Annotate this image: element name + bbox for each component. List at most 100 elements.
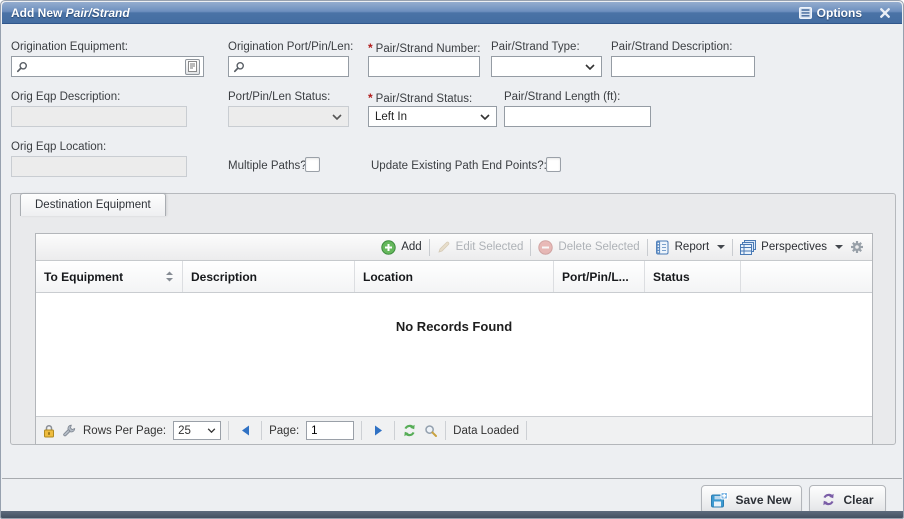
no-records-message: No Records Found (36, 319, 872, 334)
pager-separator (526, 421, 527, 440)
pager-separator (445, 421, 446, 440)
origination-port-input[interactable] (248, 57, 345, 76)
tab-destination-equipment[interactable]: Destination Equipment (20, 193, 166, 216)
close-icon (880, 8, 890, 18)
column-header-label: Status (653, 270, 690, 284)
pair-strand-description-label: Pair/Strand Description: (611, 41, 732, 53)
page-number-input[interactable] (306, 421, 354, 440)
options-label: Options (817, 6, 862, 20)
column-header-description[interactable]: Description (183, 261, 355, 292)
edit-selected-button[interactable]: Edit Selected (437, 240, 524, 254)
column-header-label: Port/Pin/L... (562, 270, 629, 284)
perspectives-button[interactable]: Perspectives (740, 240, 843, 255)
toolbar-separator (647, 239, 648, 256)
origination-equipment-input[interactable] (31, 57, 182, 76)
rows-per-page-value: 25 (178, 425, 191, 437)
orig-eqp-location-label: Orig Eqp Location: (11, 141, 106, 153)
edit-pencil-icon (437, 240, 451, 254)
save-new-button[interactable]: Save New (701, 485, 802, 514)
pair-strand-description-input[interactable] (611, 56, 755, 77)
update-existing-endpoints-label: Update Existing Path End Points?: (371, 160, 547, 172)
pair-strand-status-value: Left In (375, 111, 407, 123)
add-button[interactable]: Add (381, 240, 421, 255)
orig-eqp-description-label: Orig Eqp Description: (11, 91, 120, 103)
column-header-label: Description (191, 270, 257, 284)
pair-strand-length-input[interactable] (504, 106, 651, 127)
title-emphasis-text: Pair/Strand (66, 6, 130, 20)
lock-button[interactable] (43, 424, 55, 438)
edit-selected-label: Edit Selected (456, 241, 524, 253)
pair-strand-number-input[interactable] (368, 56, 480, 77)
grid-header-row: To Equipment Description Location Port/P… (36, 261, 872, 293)
pair-strand-length-label: Pair/Strand Length (ft): (504, 91, 620, 103)
record-picker-icon (188, 61, 197, 72)
destination-equipment-grid: Add Edit Selected Delete Selected Report (35, 233, 873, 445)
report-notebook-icon (655, 240, 670, 255)
refresh-icon (402, 423, 417, 438)
chevron-down-icon (585, 64, 595, 70)
origination-equipment-field[interactable] (11, 56, 204, 77)
column-header-label: Location (363, 270, 413, 284)
rows-per-page-label: Rows Per Page: (83, 425, 166, 437)
update-existing-endpoints-checkbox[interactable] (546, 157, 561, 172)
chevron-down-icon (207, 428, 216, 433)
clear-button[interactable]: Clear (809, 485, 886, 514)
required-marker: * (368, 91, 373, 105)
report-label: Report (675, 241, 710, 253)
close-button[interactable] (880, 8, 890, 18)
refresh-button[interactable] (402, 423, 417, 438)
column-header-port-pin-len[interactable]: Port/Pin/L... (554, 261, 645, 292)
grid-toolbar: Add Edit Selected Delete Selected Report (36, 234, 872, 261)
origination-equipment-label: Origination Equipment: (11, 41, 128, 53)
delete-minus-icon (538, 240, 553, 255)
pager-separator (394, 421, 395, 440)
pager-separator (228, 421, 229, 440)
sort-icon (165, 271, 174, 282)
origination-equipment-picker-button[interactable] (185, 59, 200, 75)
multiple-paths-label: Multiple Paths?: (228, 160, 310, 172)
chevron-down-icon (480, 114, 490, 120)
grid-body: No Records Found (36, 293, 872, 416)
pair-strand-status-label: *Pair/Strand Status: (368, 91, 472, 105)
grid-settings-button[interactable] (850, 240, 864, 254)
add-plus-icon (381, 240, 396, 255)
arrow-left-icon (241, 425, 250, 436)
orig-eqp-description-input (11, 106, 187, 127)
destination-equipment-panel: Destination Equipment Add Edit Selected … (10, 193, 896, 445)
required-marker: * (368, 41, 373, 55)
wrench-icon (62, 424, 76, 438)
column-header-empty (741, 261, 872, 292)
pair-strand-type-select[interactable] (491, 56, 602, 77)
next-page-button[interactable] (369, 421, 387, 441)
column-header-status[interactable]: Status (645, 261, 741, 292)
multiple-paths-checkbox[interactable] (305, 157, 320, 172)
search-icon (424, 424, 438, 438)
grid-search-button[interactable] (424, 424, 438, 438)
column-header-to-equipment[interactable]: To Equipment (36, 261, 183, 292)
origination-port-field[interactable] (228, 56, 349, 77)
rows-per-page-select[interactable]: 25 (173, 421, 221, 440)
grid-pager: Rows Per Page: 25 Page: (36, 416, 872, 444)
perspectives-label: Perspectives (761, 241, 827, 253)
column-header-location[interactable]: Location (355, 261, 554, 292)
pager-separator (261, 421, 262, 440)
add-new-pair-strand-dialog: Add New Pair/Strand Options Origination … (0, 0, 904, 519)
search-icon (233, 61, 245, 73)
origination-port-label: Origination Port/Pin/Len: (228, 41, 353, 53)
port-pin-len-status-label: Port/Pin/Len Status: (228, 91, 330, 103)
column-header-label: To Equipment (44, 270, 123, 284)
previous-page-button[interactable] (236, 421, 254, 441)
delete-selected-button[interactable]: Delete Selected (538, 240, 639, 255)
report-button[interactable]: Report (655, 240, 726, 255)
save-disk-plus-icon (711, 492, 728, 508)
pair-strand-status-select[interactable]: Left In (368, 106, 497, 127)
clear-label: Clear (843, 493, 873, 507)
lock-icon (43, 424, 55, 438)
column-tools-button[interactable] (62, 424, 76, 438)
footer-divider (2, 478, 902, 479)
chevron-down-icon (332, 114, 342, 120)
pager-separator (361, 421, 362, 440)
options-button[interactable]: Options (799, 6, 862, 20)
arrow-right-icon (374, 425, 383, 436)
gear-icon (850, 240, 864, 254)
